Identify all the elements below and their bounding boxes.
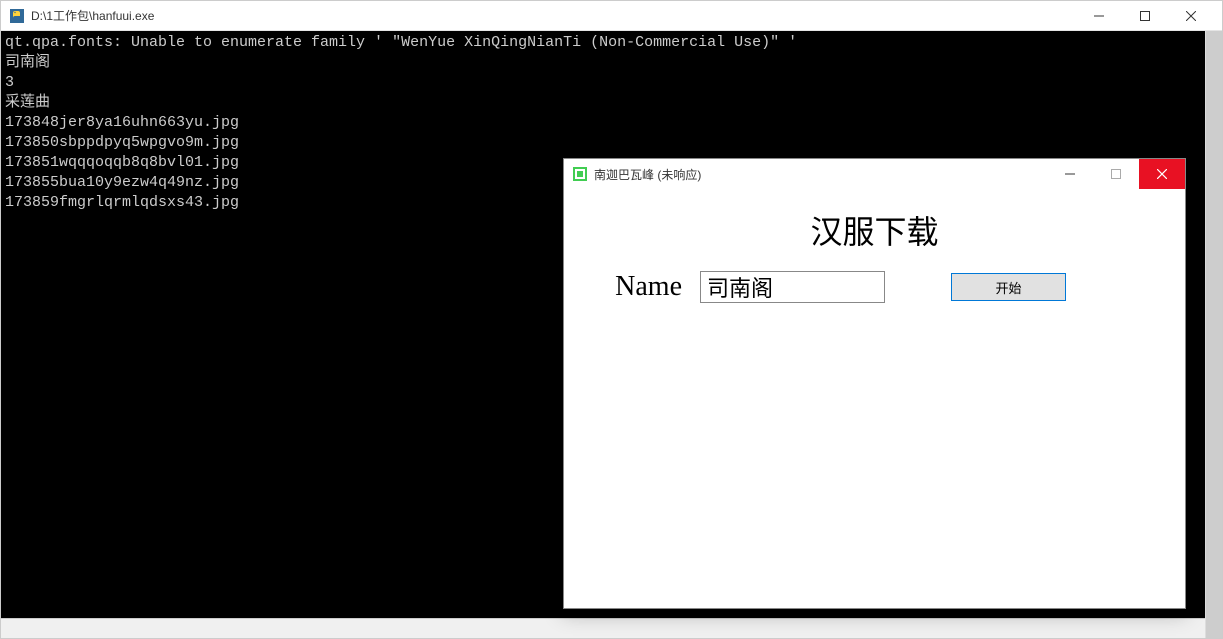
name-row: Name 开始: [594, 271, 1155, 303]
name-label: Name: [594, 271, 682, 303]
console-line: 173859fmgrlqrmlqdsxs43.jpg: [5, 194, 239, 211]
maximize-button[interactable]: [1122, 1, 1168, 31]
start-button[interactable]: 开始: [951, 273, 1066, 301]
console-scrollbar[interactable]: [1205, 31, 1222, 638]
console-line: qt.qpa.fonts: Unable to enumerate family…: [5, 34, 797, 51]
dialog-body: 汉服下载 Name 开始: [564, 189, 1185, 608]
python-logo-icon: [9, 8, 25, 24]
dialog-maximize-button: [1093, 159, 1139, 189]
dialog-minimize-button[interactable]: [1047, 159, 1093, 189]
window-bottom-strip: [1, 618, 1222, 638]
close-button[interactable]: [1168, 1, 1214, 31]
name-input[interactable]: [700, 271, 885, 303]
dialog-title: 南迦巴瓦峰 (未响应): [594, 166, 1047, 183]
dialog-titlebar[interactable]: 南迦巴瓦峰 (未响应): [564, 159, 1185, 189]
qt-logo-icon: [572, 166, 588, 182]
console-line: 173848jer8ya16uhn663yu.jpg: [5, 114, 239, 131]
dialog-close-button[interactable]: [1139, 159, 1185, 189]
console-line: 173851wqqqoqqb8q8bvl01.jpg: [5, 154, 239, 171]
console-line: 3: [5, 74, 14, 91]
console-scrollbar-thumb[interactable]: [1206, 31, 1222, 638]
console-line: 173850sbppdpyq5wpgvo9m.jpg: [5, 134, 239, 151]
console-line: 司南阁: [5, 54, 50, 71]
main-window-controls: [1076, 1, 1214, 31]
minimize-button[interactable]: [1076, 1, 1122, 31]
console-line: 采莲曲: [5, 94, 50, 111]
dialog-window-controls: [1047, 159, 1185, 189]
main-window-title: D:\1工作包\hanfuui.exe: [31, 7, 1076, 24]
dialog-heading: 汉服下载: [594, 207, 1155, 253]
download-dialog: 南迦巴瓦峰 (未响应) 汉服下载 Name 开始: [563, 158, 1186, 609]
main-titlebar[interactable]: D:\1工作包\hanfuui.exe: [1, 1, 1222, 31]
console-line: 173855bua10y9ezw4q49nz.jpg: [5, 174, 239, 191]
